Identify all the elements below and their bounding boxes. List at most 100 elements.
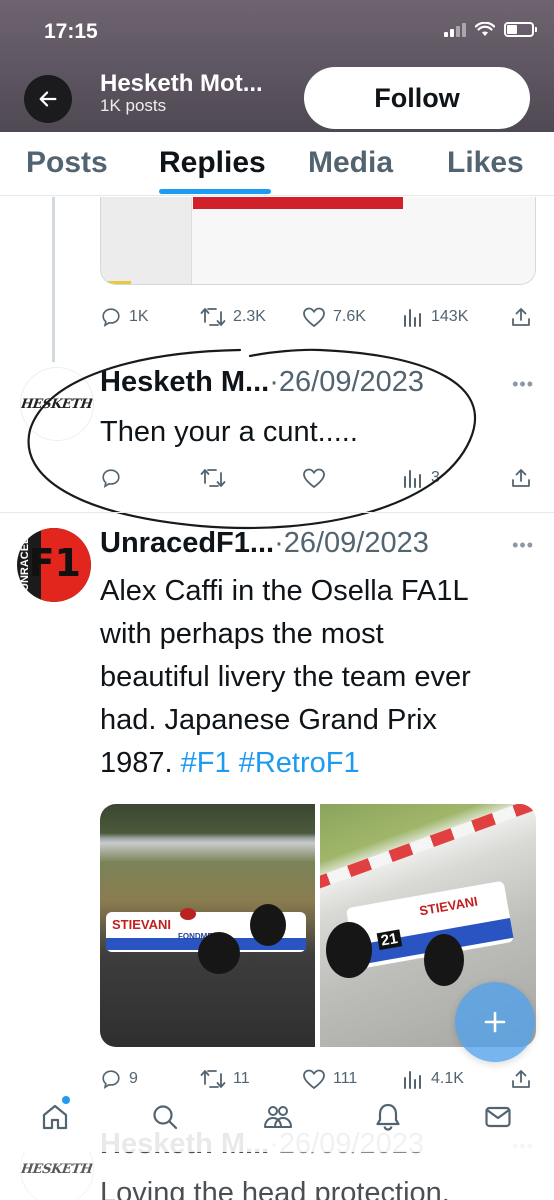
nav-communities[interactable] xyxy=(262,1102,294,1137)
like-button[interactable]: 7.6K xyxy=(302,306,366,328)
profile-tabs: Posts Replies Media Likes xyxy=(0,132,554,196)
nav-notifications[interactable] xyxy=(373,1102,403,1137)
tweet-date[interactable]: ·26/09/2023 xyxy=(274,527,429,559)
view-count: 143K xyxy=(431,308,469,325)
retweet-count: 11 xyxy=(233,1070,250,1087)
plus-icon xyxy=(484,1011,506,1033)
views-button[interactable]: 4.1K xyxy=(402,1068,464,1090)
arrow-left-icon xyxy=(39,91,57,107)
retweet-icon xyxy=(200,469,226,487)
views-icon xyxy=(404,1071,421,1089)
active-tab-indicator xyxy=(159,189,271,194)
view-count: 4.1K xyxy=(431,1070,464,1087)
retweet-button[interactable]: 2.3K xyxy=(200,306,266,328)
tweet-photo[interactable]: STIEVANI FONDMETAL xyxy=(100,804,315,1047)
hesketh-logo: HESKETH xyxy=(20,1161,94,1177)
new-posts-indicator xyxy=(62,1096,70,1104)
views-icon xyxy=(404,470,421,488)
tweet-text-line: beautiful livery the team ever xyxy=(100,661,471,693)
tweet-header: UnracedF1...·26/09/2023 xyxy=(100,527,429,560)
reply-icon xyxy=(102,1070,120,1089)
bottom-navigation xyxy=(0,1090,554,1152)
tab-likes[interactable]: Likes xyxy=(447,146,524,180)
reply-count: 9 xyxy=(129,1070,138,1087)
profile-header: 17:15 Hesketh Mot... 1K posts Follow xyxy=(0,0,554,132)
tweet-actions: 3 xyxy=(100,467,536,493)
more-options-icon[interactable]: ••• xyxy=(512,374,534,395)
heart-icon xyxy=(303,307,325,327)
reply-button[interactable]: 9 xyxy=(100,1068,138,1090)
views-icon xyxy=(404,309,421,327)
status-icons xyxy=(444,22,537,37)
tweet-text-line: Alex Caffi in the Osella FA1L xyxy=(100,575,469,607)
battery-icon xyxy=(504,22,537,37)
share-icon xyxy=(512,308,530,326)
reply-button[interactable] xyxy=(100,467,122,489)
share-button[interactable] xyxy=(510,467,532,489)
share-icon xyxy=(512,469,530,487)
tab-media[interactable]: Media xyxy=(308,146,393,180)
communities-icon xyxy=(264,1106,292,1128)
tweet-text-fragment: 1987. xyxy=(100,747,181,779)
share-button[interactable] xyxy=(510,306,532,328)
hashtag-link[interactable]: #F1 xyxy=(181,747,231,779)
tab-posts[interactable]: Posts xyxy=(26,146,108,180)
messages-icon xyxy=(485,1106,511,1128)
status-time: 17:15 xyxy=(44,20,98,43)
reply-icon xyxy=(102,469,120,488)
profile-name: Hesketh Mot... xyxy=(100,70,263,97)
retweet-button[interactable] xyxy=(200,467,226,489)
tweet-text: Alex Caffi in the Osella FA1L with perha… xyxy=(100,570,540,785)
nav-messages[interactable] xyxy=(483,1102,513,1137)
tweet-divider xyxy=(0,512,554,513)
post-count: 1K posts xyxy=(100,96,167,115)
tweet-date[interactable]: ·26/09/2023 xyxy=(269,366,424,398)
signal-icon xyxy=(444,22,466,37)
avatar[interactable]: HESKETH xyxy=(20,367,94,441)
back-button[interactable] xyxy=(24,75,72,123)
author-name[interactable]: Hesketh M... xyxy=(100,366,269,398)
reply-button[interactable]: 1K xyxy=(100,306,149,328)
retweet-icon xyxy=(200,308,226,326)
share-button[interactable] xyxy=(510,1068,532,1090)
tweet-header: Hesketh M...·26/09/2023 xyxy=(100,366,424,399)
notifications-icon xyxy=(376,1103,400,1131)
like-button[interactable]: 111 xyxy=(302,1068,357,1090)
tweet-text-line: with perhaps the most xyxy=(100,618,384,650)
avatar-text: F1 xyxy=(28,541,81,585)
like-count: 111 xyxy=(333,1070,358,1087)
like-count: 7.6K xyxy=(333,308,366,325)
home-icon xyxy=(42,1104,68,1130)
retweet-button[interactable]: 11 xyxy=(200,1068,250,1090)
views-button[interactable]: 143K xyxy=(402,306,468,328)
retweet-icon xyxy=(200,1070,226,1088)
share-icon xyxy=(512,1070,530,1088)
search-icon xyxy=(153,1105,178,1130)
hesketh-logo: HESKETH xyxy=(20,396,94,412)
heart-icon xyxy=(303,1069,325,1089)
avatar[interactable]: UNRACED F1 xyxy=(17,528,91,602)
tweet-actions: 1K 2.3K 7.6K 143K xyxy=(100,306,536,332)
wifi-icon xyxy=(475,22,495,36)
tweet-media[interactable] xyxy=(100,197,536,285)
tab-replies[interactable]: Replies xyxy=(159,146,266,180)
tweet-text: Then your a cunt..... xyxy=(100,416,358,448)
thread-line xyxy=(52,197,55,362)
like-button[interactable] xyxy=(302,467,326,489)
retweet-count: 2.3K xyxy=(233,308,266,325)
view-count: 3 xyxy=(431,469,440,486)
views-button[interactable]: 3 xyxy=(402,467,440,489)
author-name[interactable]: UnracedF1... xyxy=(100,527,274,559)
tweet-text: Loving the head protection. xyxy=(100,1177,450,1200)
tweet-text-line: 1987. #F1 #RetroF1 xyxy=(100,742,540,785)
compose-button[interactable] xyxy=(455,982,535,1062)
follow-button[interactable]: Follow xyxy=(304,67,530,129)
car-sponsor-text: STIEVANI xyxy=(112,917,171,932)
nav-search[interactable] xyxy=(150,1102,180,1137)
hashtag-link[interactable]: #RetroF1 xyxy=(239,747,360,779)
more-options-icon[interactable]: ••• xyxy=(512,535,534,556)
nav-home[interactable] xyxy=(40,1102,70,1137)
tweet-text-line: had. Japanese Grand Prix xyxy=(100,704,437,736)
heart-icon xyxy=(303,468,325,488)
reply-icon xyxy=(102,308,120,327)
